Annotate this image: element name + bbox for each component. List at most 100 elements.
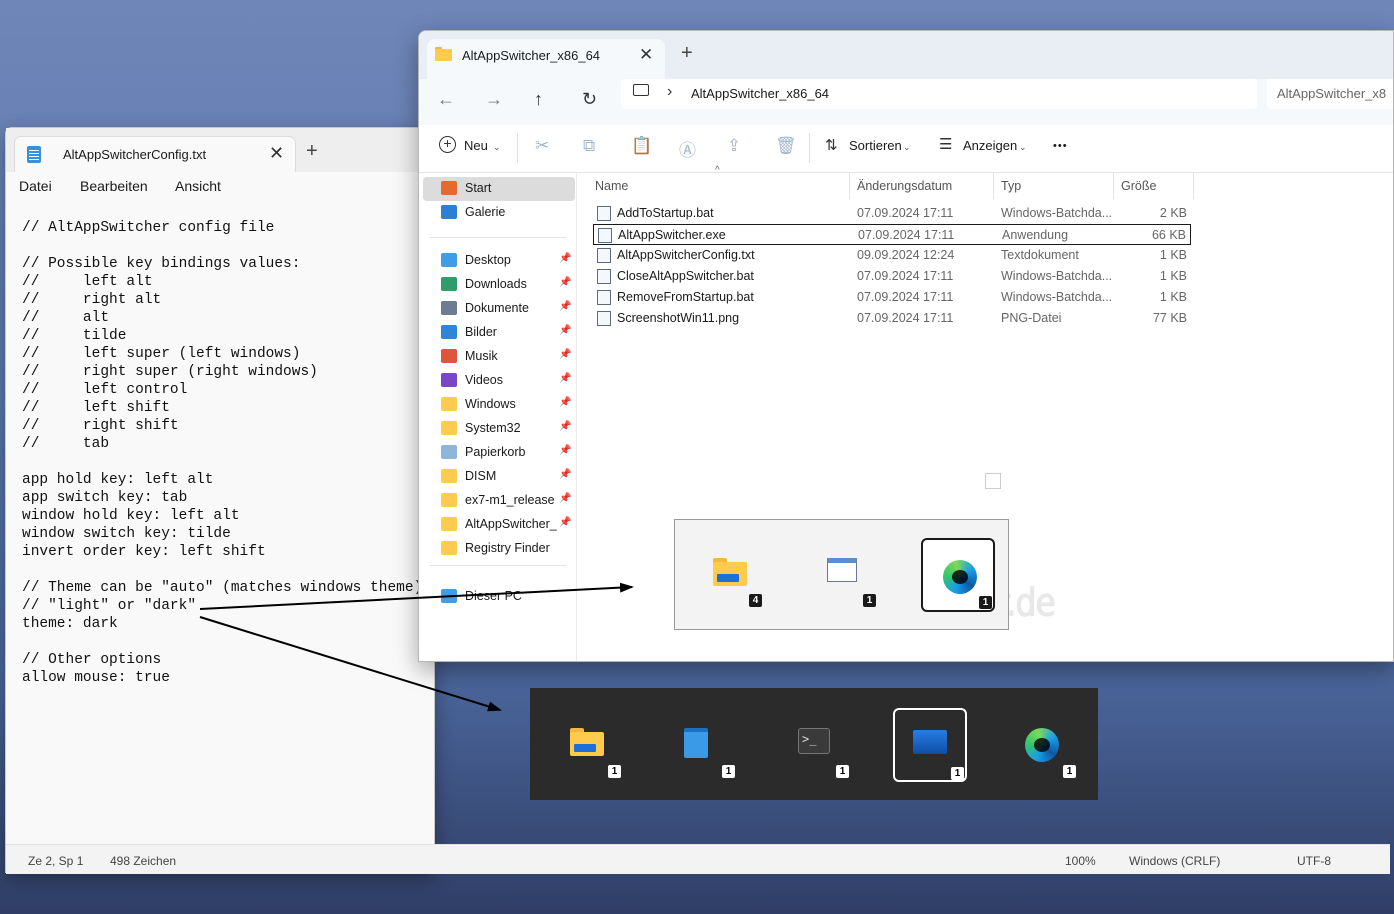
new-tab-button[interactable]: + — [306, 140, 318, 163]
sidebar-item-bilder[interactable]: Bilder 📌 — [439, 321, 577, 345]
code-line: // left shift — [22, 400, 170, 416]
column-divider[interactable] — [993, 173, 994, 199]
sidebar-item-ex7-m1-release[interactable]: ex7-m1_release 📌 — [439, 489, 577, 513]
sidebar-item-label: ex7-m1_release — [465, 493, 555, 507]
new-button[interactable]: Neu — [464, 138, 488, 153]
app-switcher-light: 4 1 1 — [674, 519, 1009, 630]
column-header-size[interactable]: Größe — [1121, 179, 1156, 193]
sidebar-item-galerie[interactable]: Galerie — [439, 201, 577, 225]
column-header-name[interactable]: Name — [595, 179, 628, 193]
folder-icon — [441, 421, 457, 435]
code-line: app switch key: tab — [22, 490, 188, 506]
rename-icon[interactable]: Ⓐ — [679, 136, 696, 161]
chevron-down-icon: ⌄ — [903, 142, 911, 152]
switcher-app-item[interactable]: 1 — [552, 708, 626, 782]
up-icon[interactable]: ↑ — [534, 89, 543, 110]
search-placeholder: AltAppSwitcher_x8 — [1277, 86, 1387, 101]
sidebar-item-dokumente[interactable]: Dokumente 📌 — [439, 297, 577, 321]
breadcrumb[interactable]: AltAppSwitcher_x86_64 — [691, 86, 829, 101]
line-ending[interactable]: Windows (CRLF) — [1129, 854, 1220, 868]
close-tab-icon[interactable]: ✕ — [639, 45, 653, 65]
file-row[interactable]: AltAppSwitcher.exe 07.09.2024 17:11 Anwend… — [593, 224, 1191, 245]
text-editor[interactable]: // AltAppSwitcher config file // Possible… — [22, 219, 442, 687]
menu-datei[interactable]: Datei — [19, 178, 52, 194]
code-line: invert order key: left shift — [22, 544, 266, 560]
switcher-app-item[interactable]: 4 — [693, 538, 767, 612]
file-type: Windows-Batchda... — [1001, 206, 1113, 220]
sort-button[interactable]: Sortieren — [849, 138, 902, 153]
switcher-app-item[interactable]: 1 — [807, 538, 881, 612]
file-size: 1 KB — [1159, 248, 1187, 262]
sidebar-item-system32[interactable]: System32 📌 — [439, 417, 577, 441]
code-line: // Possible key bindings values: — [22, 256, 301, 272]
menu-bearbeiten[interactable]: Bearbeiten — [80, 178, 148, 194]
command-bar: + Neu ⌄ ✂ ⧉ 📋 Ⓐ ⇪ 🗑 ⇅ Sortieren ⌄ ☰ Anze… — [419, 125, 1393, 173]
close-tab-icon[interactable]: ✕ — [269, 143, 284, 164]
sidebar-item-dieser-pc[interactable]: Dieser PC — [439, 585, 577, 609]
code-line: // left control — [22, 382, 188, 398]
sidebar-item-musik[interactable]: Musik 📌 — [439, 345, 577, 369]
explorer-tab[interactable]: AltAppSwitcher_x86_64 ✕ — [427, 39, 665, 79]
file-type: Anwendung — [1002, 228, 1069, 242]
cut-icon[interactable]: ✂ — [535, 136, 549, 156]
delete-icon[interactable]: 🗑 — [775, 136, 797, 156]
switcher-app-item[interactable]: 1 — [1007, 708, 1081, 782]
switcher-app-item[interactable]: 1 — [921, 538, 995, 612]
copy-icon[interactable]: ⧉ — [583, 136, 595, 156]
sidebar-item-label: Dieser PC — [465, 589, 522, 603]
file-row[interactable]: AltAppSwitcherConfig.txt 09.09.2024 12:24… — [593, 245, 1191, 266]
encoding[interactable]: UTF-8 — [1297, 854, 1331, 868]
menu-ansicht[interactable]: Ansicht — [175, 178, 221, 194]
gallery-icon — [441, 205, 457, 219]
navigation-pane: Start Galerie Desktop 📌 Downloads 📌 Dokumente 📌… — [419, 173, 577, 661]
column-header-type[interactable]: Typ — [1001, 179, 1021, 193]
sidebar-item-altappswitcher-x[interactable]: AltAppSwitcher_x 📌 — [439, 513, 577, 537]
sidebar-item-papierkorb[interactable]: Papierkorb 📌 — [439, 441, 577, 465]
back-icon[interactable]: ← — [437, 89, 455, 110]
sidebar-item-start[interactable]: Start — [439, 177, 577, 201]
switcher-app-item[interactable]: 1 — [666, 708, 740, 782]
view-button[interactable]: Anzeigen — [963, 138, 1017, 153]
status-bar: Ze 2, Sp 1 498 Zeichen 100% Windows (CRL… — [6, 844, 1390, 874]
column-divider[interactable] — [1193, 173, 1194, 199]
new-tab-button[interactable]: + — [681, 42, 693, 65]
share-icon[interactable]: ⇪ — [727, 136, 741, 156]
sidebar-item-registry-finder[interactable]: Registry Finder — [439, 537, 577, 561]
sidebar-item-videos[interactable]: Videos 📌 — [439, 369, 577, 393]
sidebar-item-dism[interactable]: DISM 📌 — [439, 465, 577, 489]
switcher-app-item[interactable]: 1 — [893, 708, 967, 782]
sidebar-item-windows[interactable]: Windows 📌 — [439, 393, 577, 417]
window-count-badge: 1 — [1063, 765, 1076, 778]
column-divider[interactable] — [849, 173, 850, 199]
sidebar-item-downloads[interactable]: Downloads 📌 — [439, 273, 577, 297]
switcher-app-item[interactable]: >_ 1 — [780, 708, 854, 782]
file-name: RemoveFromStartup.bat — [617, 290, 754, 304]
file-name: AddToStartup.bat — [617, 206, 714, 220]
code-line: // "light" or "dark" — [22, 598, 197, 614]
refresh-icon[interactable]: ↻ — [582, 89, 597, 110]
file-icon — [597, 248, 611, 263]
sidebar-item-label: DISM — [465, 469, 497, 483]
column-divider[interactable] — [1113, 173, 1114, 199]
file-row[interactable]: ScreenshotWin11.png 07.09.2024 17:11 PNG-D… — [593, 308, 1191, 329]
notepad-tab[interactable]: AltAppSwitcherConfig.txt ✕ — [14, 136, 296, 172]
edge-icon — [1025, 728, 1059, 762]
sidebar-item-desktop[interactable]: Desktop 📌 — [439, 249, 577, 273]
more-options-button[interactable]: ••• — [1053, 140, 1068, 152]
column-header-date[interactable]: Änderungsdatum — [857, 179, 952, 193]
video-icon — [441, 373, 457, 387]
file-row[interactable]: CloseAltAppSwitcher.bat 07.09.2024 17:11 W… — [593, 266, 1191, 287]
music-icon — [441, 349, 457, 363]
sidebar-item-label: AltAppSwitcher_x — [465, 517, 557, 531]
explorer-tab-bar: AltAppSwitcher_x86_64 ✕ + — [419, 31, 1393, 79]
address-bar[interactable]: › AltAppSwitcher_x86_64 — [621, 79, 1257, 109]
zoom-level[interactable]: 100% — [1065, 854, 1096, 868]
file-size: 1 KB — [1159, 269, 1187, 283]
sort-ascending-icon: ^ — [715, 165, 720, 176]
paste-icon[interactable]: 📋 — [631, 136, 652, 156]
search-box[interactable]: AltAppSwitcher_x8 — [1267, 79, 1393, 109]
forward-icon[interactable]: → — [485, 89, 503, 110]
file-date: 07.09.2024 17:11 — [857, 269, 954, 283]
file-row[interactable]: RemoveFromStartup.bat 07.09.2024 17:11 Win… — [593, 287, 1191, 308]
file-row[interactable]: AddToStartup.bat 07.09.2024 17:11 Windows-… — [593, 203, 1191, 224]
